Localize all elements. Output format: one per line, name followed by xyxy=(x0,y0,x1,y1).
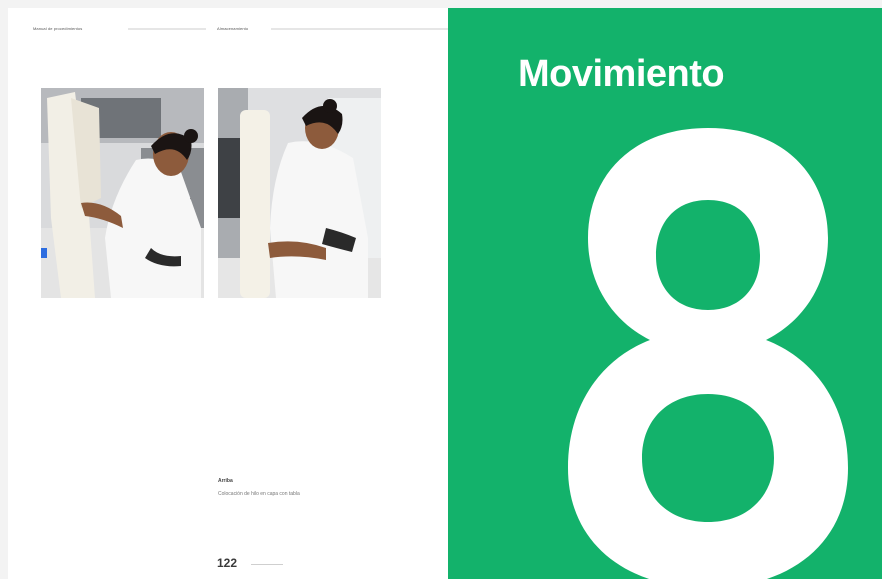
running-header-right: Almacenamiento xyxy=(217,26,249,31)
chapter-number-eight xyxy=(568,128,848,579)
header-divider-left xyxy=(128,28,206,30)
book-spread: Manual de procedimientos Almacenamiento xyxy=(0,0,882,579)
chapter-opener-page: Movimiento xyxy=(448,8,882,579)
running-header-left: Manual de procedimientos xyxy=(33,26,83,31)
chapter-title: Movimiento xyxy=(518,53,725,95)
header-divider-right xyxy=(271,28,448,30)
caption-title: Arriba xyxy=(218,478,233,484)
caption-text: Colocación de hilo en capa con tabla xyxy=(218,491,300,497)
left-page: Manual de procedimientos Almacenamiento xyxy=(8,8,448,579)
worker-unrolling-paper-photo xyxy=(41,88,204,298)
page-number-rule xyxy=(251,564,283,565)
worker-rolling-paper-photo xyxy=(218,88,381,298)
page-number: 122 xyxy=(217,556,238,570)
